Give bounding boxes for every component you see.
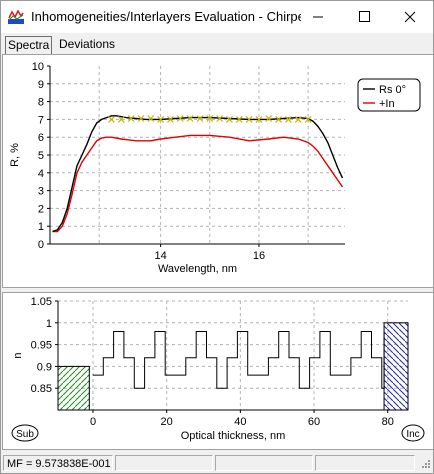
data-marker xyxy=(265,115,273,122)
close-button[interactable] xyxy=(387,1,433,33)
x-tick-label: 14 xyxy=(155,250,167,262)
y-tick-label: 0.9 xyxy=(37,361,52,373)
merit-function-readout: MF = 9.573838E-001 xyxy=(3,455,113,471)
y-tick-label: 4 xyxy=(38,168,44,180)
incident-label: Inc xyxy=(406,429,419,440)
x-tick-label: 16 xyxy=(253,250,265,262)
x-tick-label: 80 xyxy=(382,416,394,428)
y-tick-label: 1 xyxy=(38,221,44,233)
app-window: Inhomogeneities/Interlayers Evaluation -… xyxy=(0,0,434,474)
x-tick-label: 0 xyxy=(90,416,96,428)
data-marker xyxy=(108,115,115,123)
incident-label-badge[interactable]: Inc xyxy=(401,424,425,442)
spectra-chart-panel: 0 1 2 3 4 5 6 7 8 9 10 14 16 Wavelength, nm R, % Rs 0° +… xyxy=(2,54,434,288)
x-axis-label: Wavelength, nm xyxy=(158,263,237,275)
legend-label: Rs 0° xyxy=(379,84,406,96)
x-tick-label: 40 xyxy=(234,416,246,428)
minimize-icon xyxy=(313,16,323,18)
maximize-icon xyxy=(359,11,370,22)
y-tick-label: 10 xyxy=(32,61,44,73)
profile-chart[interactable]: 0.85 0.9 0.95 1 1.05 0 20 40 60 80 Optical thickne… xyxy=(3,293,433,449)
x-tick-label: 60 xyxy=(308,416,320,428)
x-tick-label: 20 xyxy=(161,416,173,428)
status-bar: MF = 9.573838E-001 xyxy=(1,453,433,473)
y-tick-label: 1.05 xyxy=(31,296,52,308)
tab-deviations[interactable]: Deviations xyxy=(57,36,117,53)
substrate-block xyxy=(57,365,90,411)
close-icon xyxy=(404,11,416,23)
y-tick-label: 3 xyxy=(38,186,44,198)
y-tick-label: 8 xyxy=(38,97,44,109)
x-axis-label: Optical thickness, nm xyxy=(181,430,286,442)
y-axis-label: n xyxy=(12,352,24,358)
index-profile-line xyxy=(92,331,385,389)
title-bar[interactable]: Inhomogeneities/Interlayers Evaluation -… xyxy=(1,1,433,33)
data-marker xyxy=(196,115,204,122)
substrate-label-badge[interactable]: Sub xyxy=(11,424,39,442)
maximize-button[interactable] xyxy=(341,1,387,33)
y-tick-label: 2 xyxy=(38,203,44,215)
status-cell-4 xyxy=(315,455,415,471)
y-tick-label: 7 xyxy=(38,114,44,126)
incident-block xyxy=(383,322,409,411)
legend-label: +In xyxy=(379,98,395,110)
y-tick-label: 0 xyxy=(38,239,44,251)
status-cell-2 xyxy=(115,455,213,471)
y-tick-label: 0.85 xyxy=(31,383,52,395)
series-line xyxy=(52,115,344,233)
window-title: Inhomogeneities/Interlayers Evaluation -… xyxy=(31,9,301,24)
y-axis-label: R, % xyxy=(9,143,21,167)
y-tick-label: 6 xyxy=(38,132,44,144)
y-tick-label: 0.95 xyxy=(31,340,52,352)
minimize-button[interactable] xyxy=(295,1,341,33)
data-marker xyxy=(186,115,194,122)
y-tick-label: 9 xyxy=(38,79,44,91)
tab-spectra[interactable]: Spectra xyxy=(5,36,53,55)
chart-legend: Rs 0° +In xyxy=(357,78,421,112)
resize-grip-icon[interactable] xyxy=(419,457,431,471)
series-line xyxy=(52,134,344,233)
status-cell-3 xyxy=(215,455,313,471)
y-tick-label: 5 xyxy=(38,150,44,162)
app-icon xyxy=(8,9,24,24)
profile-chart-panel: 0.85 0.9 0.95 1 1.05 0 20 40 60 80 Optical thickne… xyxy=(2,292,434,450)
substrate-label: Sub xyxy=(16,429,34,440)
y-tick-label: 1 xyxy=(46,318,52,330)
data-marker xyxy=(147,115,155,122)
spectra-chart[interactable]: 0 1 2 3 4 5 6 7 8 9 10 14 16 Wavelength, nm R, % Rs 0° +… xyxy=(3,55,433,287)
